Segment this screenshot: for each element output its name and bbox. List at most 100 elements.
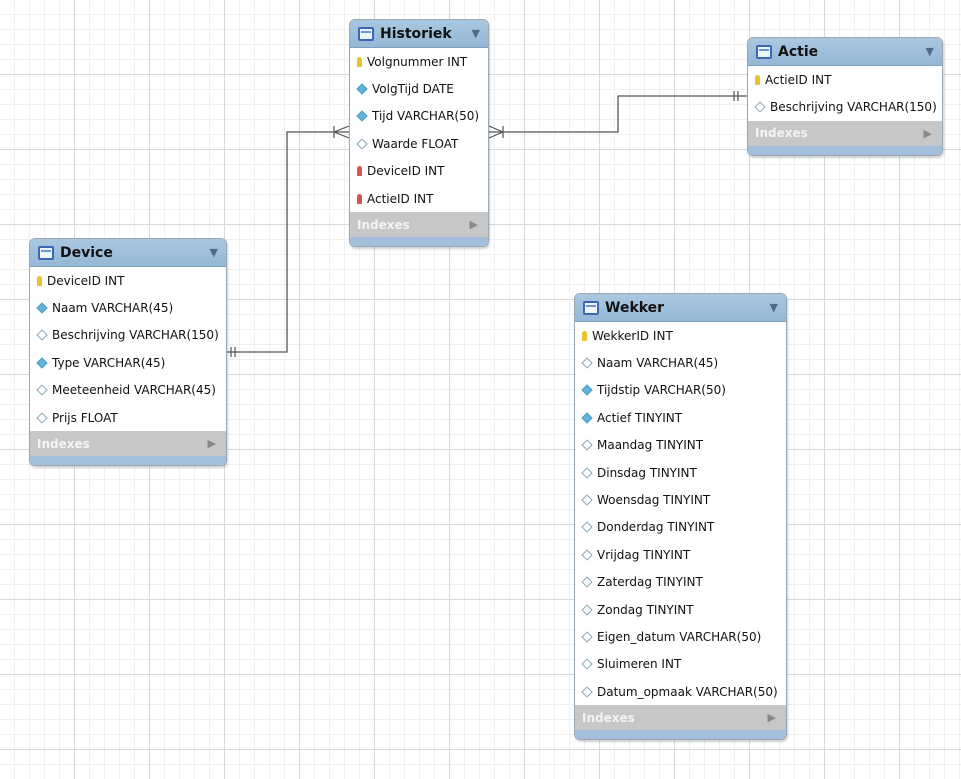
expand-arrow-icon[interactable]: ▶ xyxy=(768,711,776,724)
column-row[interactable]: Waarde FLOAT xyxy=(350,130,488,157)
column-row[interactable]: Tijd VARCHAR(50) xyxy=(350,103,488,130)
table-footer xyxy=(30,456,226,466)
relation-historiek-actie[interactable] xyxy=(488,91,748,139)
column-row[interactable]: Actief TINYINT xyxy=(575,404,786,431)
not-null-column-icon xyxy=(581,384,593,397)
column-icon xyxy=(36,329,48,342)
not-null-column-icon xyxy=(36,302,48,314)
column-list: DeviceID INT Naam VARCHAR(45) Beschrijvi… xyxy=(30,267,226,431)
primary-key-icon xyxy=(357,56,362,67)
not-null-column-icon xyxy=(356,110,368,123)
indexes-section[interactable]: Indexes ▶ xyxy=(30,431,226,457)
column-label: Type VARCHAR(45) xyxy=(52,355,166,370)
column-label: DeviceID INT xyxy=(367,164,445,179)
column-row[interactable]: DeviceID INT xyxy=(350,158,488,185)
column-label: WekkerID INT xyxy=(592,328,673,343)
column-label: Beschrijving VARCHAR(150) xyxy=(52,328,219,343)
column-label: Zaterdag TINYINT xyxy=(597,575,703,590)
indexes-section[interactable]: Indexes ▶ xyxy=(575,705,786,731)
collapse-icon[interactable]: ▼ xyxy=(770,301,778,314)
column-label: Eigen_datum VARCHAR(50) xyxy=(597,629,762,644)
table-icon xyxy=(583,300,599,315)
column-row[interactable]: Datum_opmaak VARCHAR(50) xyxy=(575,678,786,705)
column-row[interactable]: Naam VARCHAR(45) xyxy=(30,294,226,321)
column-row[interactable]: Eigen_datum VARCHAR(50) xyxy=(575,623,786,650)
table-footer xyxy=(748,145,942,155)
column-row[interactable]: Beschrijving VARCHAR(150) xyxy=(30,322,226,349)
column-row[interactable]: Dinsdag TINYINT xyxy=(575,459,786,486)
collapse-icon[interactable]: ▼ xyxy=(210,246,218,259)
table-header[interactable]: Actie ▼ xyxy=(748,38,942,66)
indexes-section[interactable]: Indexes ▶ xyxy=(748,120,942,146)
table-icon xyxy=(756,44,772,59)
column-label: Zondag TINYINT xyxy=(597,602,694,617)
table-header[interactable]: Historiek ▼ xyxy=(350,20,488,48)
column-label: Datum_opmaak VARCHAR(50) xyxy=(597,684,778,699)
column-label: Dinsdag TINYINT xyxy=(597,465,697,480)
column-row[interactable]: Sluimeren INT xyxy=(575,651,786,678)
column-label: Naam VARCHAR(45) xyxy=(52,301,174,316)
column-row[interactable]: Donderdag TINYINT xyxy=(575,514,786,541)
column-icon xyxy=(36,411,48,424)
table-footer xyxy=(350,237,488,247)
table-historiek[interactable]: Historiek ▼ Volgnummer INT VolgTijd DATE… xyxy=(349,19,489,248)
column-label: Sluimeren INT xyxy=(597,657,682,672)
table-device[interactable]: Device ▼ DeviceID INT Naam VARCHAR(45) B… xyxy=(29,238,227,467)
indexes-label: Indexes xyxy=(37,436,90,451)
table-icon xyxy=(38,245,54,260)
column-row[interactable]: DeviceID INT xyxy=(30,267,226,294)
collapse-icon[interactable]: ▼ xyxy=(472,27,480,40)
collapse-icon[interactable]: ▼ xyxy=(926,45,934,58)
column-icon xyxy=(581,549,593,561)
expand-arrow-icon[interactable]: ▶ xyxy=(470,218,478,231)
column-list: WekkerID INT Naam VARCHAR(45) Tijdstip V… xyxy=(575,322,786,705)
column-icon xyxy=(581,466,593,479)
column-icon xyxy=(581,521,593,534)
column-row[interactable]: Beschrijving VARCHAR(150) xyxy=(748,93,942,120)
indexes-label: Indexes xyxy=(582,710,635,725)
column-label: Naam VARCHAR(45) xyxy=(597,356,719,371)
column-label: Meeteenheid VARCHAR(45) xyxy=(52,383,216,398)
table-header[interactable]: Device ▼ xyxy=(30,239,226,267)
table-header[interactable]: Wekker ▼ xyxy=(575,294,786,322)
column-row[interactable]: Vrijdag TINYINT xyxy=(575,541,786,568)
column-row[interactable]: Maandag TINYINT xyxy=(575,432,786,459)
diagram-canvas[interactable]: Historiek ▼ Volgnummer INT VolgTijd DATE… xyxy=(0,0,961,779)
column-row[interactable]: ActieID INT xyxy=(748,66,942,93)
table-wekker[interactable]: Wekker ▼ WekkerID INT Naam VARCHAR(45) T… xyxy=(574,293,787,741)
table-footer xyxy=(575,730,786,740)
indexes-section[interactable]: Indexes ▶ xyxy=(350,212,488,238)
column-row[interactable]: Zondag TINYINT xyxy=(575,596,786,623)
column-label: Tijd VARCHAR(50) xyxy=(372,109,480,124)
column-row[interactable]: Woensdag TINYINT xyxy=(575,486,786,513)
column-row[interactable]: Tijdstip VARCHAR(50) xyxy=(575,377,786,404)
column-label: Beschrijving VARCHAR(150) xyxy=(770,100,937,115)
column-label: Maandag TINYINT xyxy=(597,438,704,453)
column-icon xyxy=(356,138,368,150)
primary-key-icon xyxy=(37,275,42,286)
column-row[interactable]: VolgTijd DATE xyxy=(350,75,488,102)
column-row[interactable]: Prijs FLOAT xyxy=(30,404,226,431)
column-row[interactable]: Naam VARCHAR(45) xyxy=(575,349,786,376)
expand-arrow-icon[interactable]: ▶ xyxy=(924,127,932,140)
column-icon xyxy=(581,494,593,506)
column-row[interactable]: Volgnummer INT xyxy=(350,48,488,75)
table-title: Device xyxy=(60,244,113,261)
column-row[interactable]: Type VARCHAR(45) xyxy=(30,349,226,376)
column-row[interactable]: ActieID INT xyxy=(350,185,488,212)
column-icon xyxy=(581,658,593,671)
column-row[interactable]: WekkerID INT xyxy=(575,322,786,349)
column-label: VolgTijd DATE xyxy=(372,82,454,97)
column-label: DeviceID INT xyxy=(47,273,125,288)
column-label: Actief TINYINT xyxy=(597,410,683,425)
column-list: ActieID INT Beschrijving VARCHAR(150) xyxy=(748,66,942,121)
expand-arrow-icon[interactable]: ▶ xyxy=(208,437,216,450)
column-row[interactable]: Zaterdag TINYINT xyxy=(575,569,786,596)
relation-device-historiek[interactable] xyxy=(226,125,350,357)
crowfoot-historiek-right-a xyxy=(488,125,504,133)
indexes-label: Indexes xyxy=(357,217,410,232)
column-row[interactable]: Meeteenheid VARCHAR(45) xyxy=(30,377,226,404)
crowfoot-historiek-left-b xyxy=(333,131,350,139)
table-actie[interactable]: Actie ▼ ActieID INT Beschrijving VARCHAR… xyxy=(747,37,943,156)
column-icon xyxy=(581,439,593,451)
